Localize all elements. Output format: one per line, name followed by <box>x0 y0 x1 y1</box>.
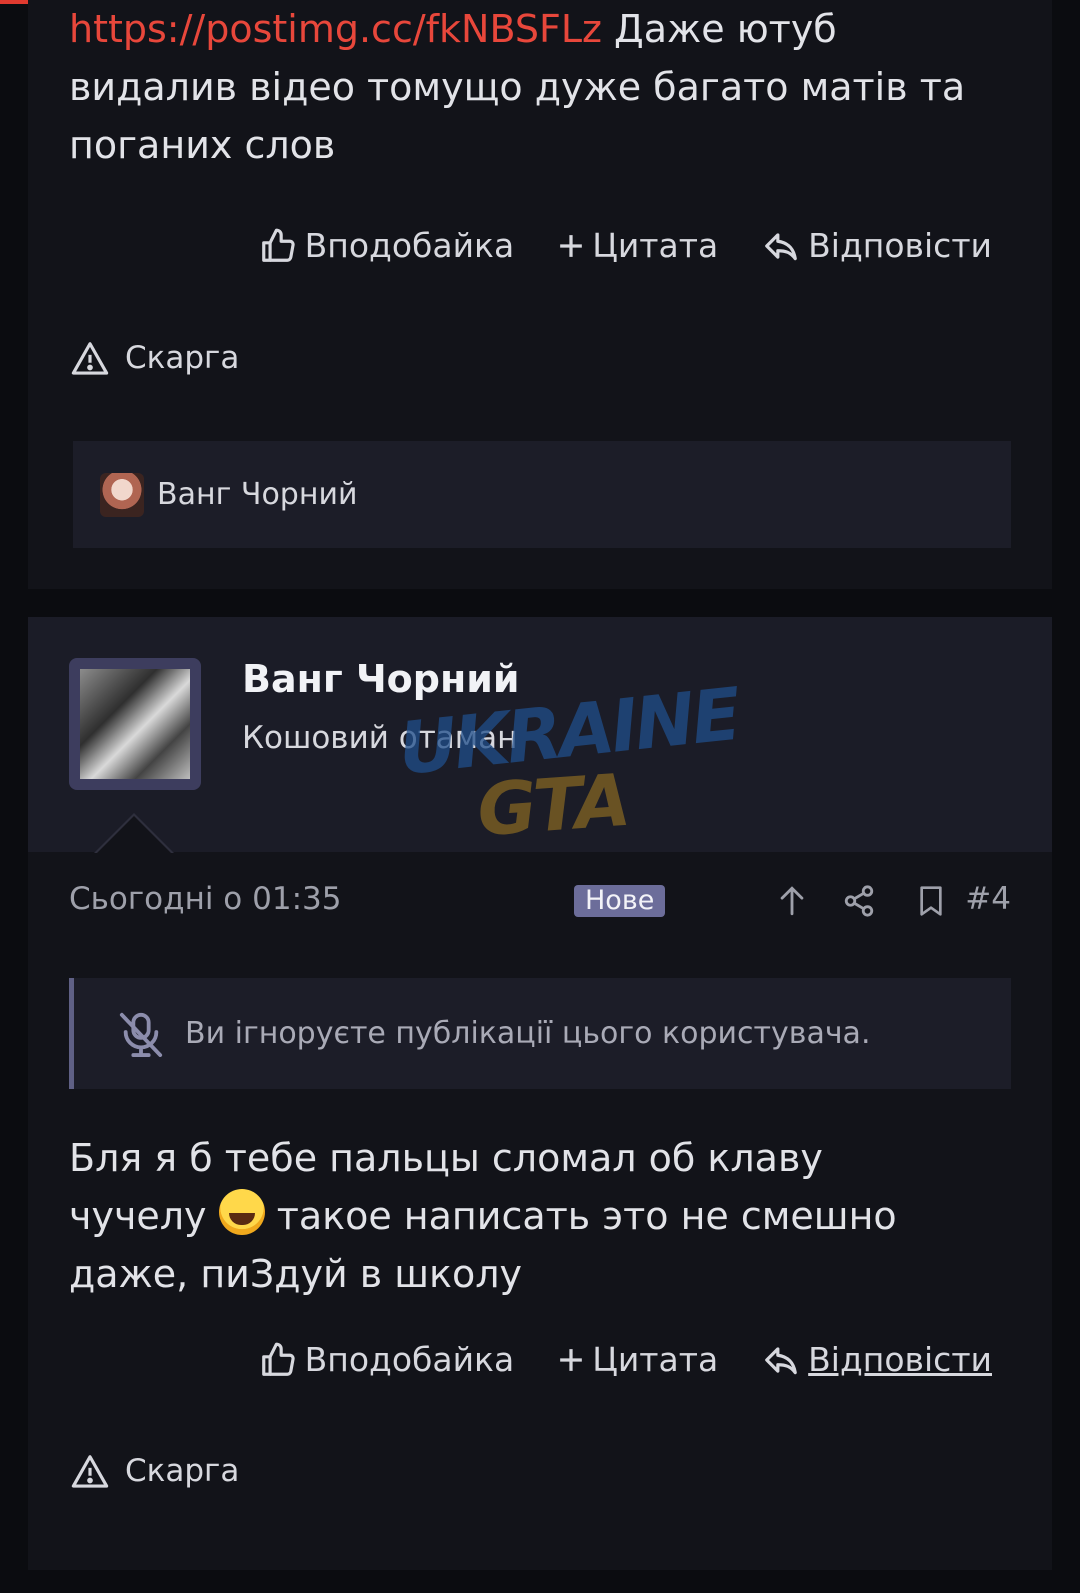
post-card: Ванг Чорний Кошовий отаман UKRAINE GTA С… <box>28 617 1052 1570</box>
thumbs-up-icon <box>261 228 295 262</box>
likes-summary: Ванг Чорний <box>73 441 1011 548</box>
quote-label: Цитата <box>592 1340 719 1379</box>
plus-icon <box>560 1348 583 1371</box>
report-button[interactable]: Скарга <box>71 1453 239 1489</box>
laughing-emoji <box>218 1189 265 1235</box>
report-button[interactable]: Скарга <box>71 340 239 376</box>
reply-icon <box>765 232 798 260</box>
liked-by-user[interactable]: Ванг Чорний <box>157 477 357 512</box>
ignore-notice-text: Ви ігноруєте публікації цього користувач… <box>185 1016 871 1051</box>
status-badge: Нове <box>574 885 666 917</box>
warning-icon <box>71 342 109 375</box>
author-title: Кошовий отаман <box>242 720 518 756</box>
post-meta: Сьогодні о 01:35 Нове #4 <box>69 871 1011 931</box>
report-label: Скарга <box>125 340 240 376</box>
thumbs-up-icon <box>261 1342 295 1376</box>
report-label: Скарга <box>125 1453 240 1489</box>
reply-label: Відповісти <box>808 226 992 265</box>
author-name[interactable]: Ванг Чорний <box>242 657 519 701</box>
avatar[interactable] <box>69 658 201 790</box>
post-actions: Вподобайка Цитата Відповісти <box>259 1340 992 1379</box>
reply-icon <box>765 1346 798 1374</box>
author-header: Ванг Чорний Кошовий отаман <box>28 617 1052 852</box>
quote-label: Цитата <box>592 226 719 265</box>
mic-off-icon <box>119 1012 163 1057</box>
post-body: Бля я б тебе пальцы сломал об клаву чуче… <box>69 1129 969 1303</box>
bookmark-icon[interactable] <box>915 883 947 919</box>
post-body: https://postimg.cc/fkNBSFLz Даже ютуб ви… <box>69 0 969 174</box>
post-number-link[interactable]: #4 <box>965 881 1011 917</box>
reply-button[interactable]: Відповісти <box>762 1340 992 1379</box>
ignore-notice: Ви ігноруєте публікації цього користувач… <box>69 978 1011 1089</box>
like-button[interactable]: Вподобайка <box>259 1340 515 1379</box>
post-actions: Вподобайка Цитата Відповісти <box>259 226 992 265</box>
post-date[interactable]: Сьогодні о 01:35 <box>69 881 341 917</box>
share-icon[interactable] <box>842 883 876 919</box>
quote-button[interactable]: Цитата <box>558 1340 718 1379</box>
post-card-previous: https://postimg.cc/fkNBSFLz Даже ютуб ви… <box>28 0 1052 589</box>
reply-label: Відповісти <box>808 1340 992 1379</box>
post-link[interactable]: https://postimg.cc/fkNBSFLz <box>69 7 602 51</box>
quote-button[interactable]: Цитата <box>558 226 718 265</box>
reply-button[interactable]: Відповісти <box>762 226 992 265</box>
arrow-up-icon[interactable] <box>775 883 809 919</box>
warning-icon <box>71 1455 109 1488</box>
like-button[interactable]: Вподобайка <box>259 226 515 265</box>
like-label: Вподобайка <box>304 226 515 265</box>
like-label: Вподобайка <box>304 1340 515 1379</box>
avatar-image <box>80 669 190 779</box>
avatar[interactable] <box>100 472 144 517</box>
plus-icon <box>560 234 583 257</box>
